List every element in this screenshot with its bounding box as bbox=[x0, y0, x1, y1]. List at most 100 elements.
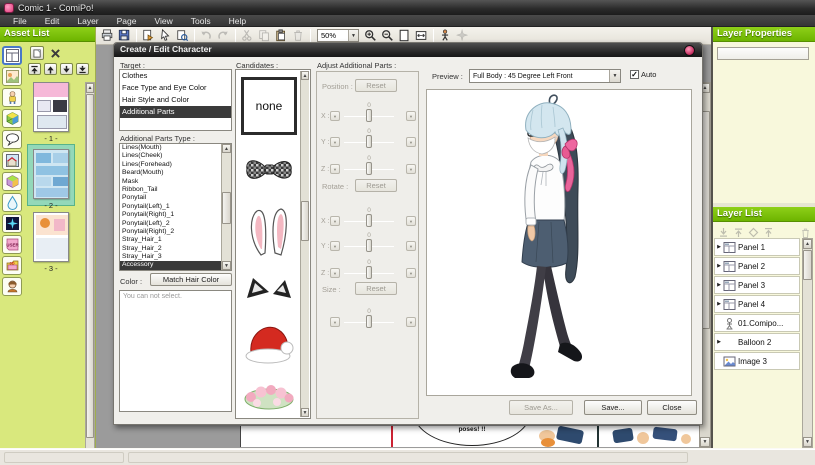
layer-name-field[interactable] bbox=[717, 47, 809, 60]
parts-type-item[interactable]: Stray_Hair_1 bbox=[120, 236, 222, 244]
scroll-down-icon[interactable]: ▼ bbox=[803, 437, 812, 447]
slider-increment-button[interactable]: ▼ bbox=[406, 216, 416, 226]
move-up-icon[interactable] bbox=[44, 63, 57, 75]
slider-increment-button[interactable]: ▼ bbox=[406, 268, 416, 278]
slider-thumb[interactable] bbox=[366, 214, 372, 227]
close-button[interactable]: Close bbox=[647, 400, 697, 415]
scene-icon[interactable] bbox=[2, 67, 22, 86]
parts-type-item[interactable]: Stray_Hair_3 bbox=[120, 253, 222, 261]
parts-type-listbox[interactable]: Lines(Mouth)Lines(Cheek)Lines(Forehead)B… bbox=[119, 143, 232, 271]
target-listbox[interactable]: ClothesFace Type and Eye ColorHair Style… bbox=[119, 69, 232, 131]
layer-down-icon[interactable] bbox=[718, 225, 729, 236]
candidate-bow[interactable] bbox=[241, 142, 297, 196]
fit-width-icon[interactable] bbox=[414, 28, 429, 43]
scrollbar-thumb[interactable] bbox=[803, 250, 812, 280]
layer-row-panel-3[interactable]: ▶Panel 3 bbox=[714, 276, 800, 294]
candidate-cat-ears[interactable] bbox=[241, 267, 297, 311]
slider-thumb[interactable] bbox=[366, 109, 372, 122]
layer-list-scrollbar[interactable]: ▲ ▼ bbox=[802, 238, 813, 448]
auto-checkbox[interactable]: ✓ bbox=[630, 70, 639, 79]
slider-decrement-button[interactable]: ▼ bbox=[330, 216, 340, 226]
user-2d-icon[interactable]: USER bbox=[2, 235, 22, 254]
background-icon[interactable] bbox=[2, 151, 22, 170]
layer-row-01-comipo[interactable]: 01.Comipo... bbox=[714, 314, 800, 332]
zoom-level-combo[interactable]: 50%▼ bbox=[317, 29, 359, 42]
select-tool-icon[interactable] bbox=[158, 28, 173, 43]
menu-edit[interactable]: Edit bbox=[36, 15, 69, 27]
print-preview-icon[interactable] bbox=[175, 28, 190, 43]
slider-decrement-button[interactable]: ▼ bbox=[330, 317, 340, 327]
slider-thumb[interactable] bbox=[366, 266, 372, 279]
parts-type-item[interactable]: Ponytail(Right)_2 bbox=[120, 228, 222, 236]
slider-decrement-button[interactable]: ▼ bbox=[330, 164, 340, 174]
parts-type-item[interactable]: Lines(Forehead) bbox=[120, 161, 222, 169]
menu-help[interactable]: Help bbox=[220, 15, 255, 27]
layer-row-balloon-2[interactable]: ▶Balloon 2 bbox=[714, 333, 800, 351]
candidate-flower-wreath[interactable] bbox=[241, 377, 297, 417]
parts-type-item[interactable]: Mask bbox=[120, 178, 222, 186]
layer-order-icon[interactable] bbox=[748, 225, 759, 236]
parts-type-item[interactable]: Accessory bbox=[120, 261, 222, 269]
move-bottom-icon[interactable] bbox=[76, 63, 89, 75]
user-character-icon[interactable] bbox=[2, 277, 22, 296]
print-icon[interactable] bbox=[100, 28, 115, 43]
page-thumbnail-1[interactable] bbox=[33, 82, 69, 132]
save-button[interactable]: Save... bbox=[584, 400, 642, 415]
menu-layer[interactable]: Layer bbox=[68, 15, 107, 27]
scroll-down-icon[interactable]: ▼ bbox=[301, 408, 309, 417]
scrollbar-thumb[interactable] bbox=[301, 201, 309, 241]
page-layout-icon[interactable] bbox=[2, 46, 22, 65]
target-item[interactable]: Face Type and Eye Color bbox=[120, 82, 231, 94]
layer-row-panel-2[interactable]: ▶Panel 2 bbox=[714, 257, 800, 275]
slider-thumb[interactable] bbox=[366, 239, 372, 252]
candidates-scrollbar[interactable]: ▲ ▼ bbox=[300, 71, 309, 417]
match-hair-color-button[interactable]: Match Hair Color bbox=[150, 273, 232, 286]
parts-type-item[interactable]: Lines(Cheek) bbox=[120, 152, 222, 160]
zoom-in-icon[interactable] bbox=[363, 28, 378, 43]
slider-increment-button[interactable]: ▼ bbox=[406, 137, 416, 147]
zoom-out-icon[interactable] bbox=[380, 28, 395, 43]
scroll-up-icon[interactable]: ▲ bbox=[803, 239, 812, 249]
size-reset-button[interactable]: Reset bbox=[355, 282, 397, 295]
dialog-title-bar[interactable]: Create / Edit Character bbox=[114, 43, 702, 57]
scroll-up-icon[interactable]: ▲ bbox=[86, 83, 94, 93]
expander-icon[interactable]: ▶ bbox=[715, 339, 723, 345]
item-3d-icon[interactable] bbox=[2, 172, 22, 191]
new-page-button[interactable] bbox=[30, 46, 44, 60]
parts-type-item[interactable]: Ponytail(Right)_1 bbox=[120, 211, 222, 219]
parts-type-item[interactable]: Stray_Hair_2 bbox=[120, 245, 222, 253]
trash-icon[interactable] bbox=[800, 225, 811, 236]
layer-row-image-3[interactable]: Image 3 bbox=[714, 352, 800, 370]
parts-type-item[interactable]: Ribbon_Tail bbox=[120, 186, 222, 194]
fit-page-icon[interactable] bbox=[397, 28, 412, 43]
asset-list-scrollbar[interactable]: ▲ ▼ bbox=[85, 82, 95, 459]
effect-burst-icon[interactable] bbox=[2, 214, 22, 233]
target-item[interactable]: Hair Style and Color bbox=[120, 94, 231, 106]
slider-increment-button[interactable]: ▼ bbox=[406, 164, 416, 174]
preview-view-dropdown[interactable]: Full Body : 45 Degree Left Front ▼ bbox=[469, 69, 621, 83]
slider-thumb[interactable] bbox=[366, 315, 372, 328]
user-3d-icon[interactable]: 3D bbox=[2, 256, 22, 275]
move-top-icon[interactable] bbox=[28, 63, 41, 75]
scroll-up-icon[interactable]: ▲ bbox=[301, 71, 309, 80]
candidate-rabbit-ears[interactable] bbox=[241, 202, 297, 260]
expander-icon[interactable]: ▶ bbox=[715, 301, 723, 307]
expander-icon[interactable]: ▶ bbox=[715, 282, 723, 288]
menu-view[interactable]: View bbox=[145, 15, 181, 27]
delete-page-button[interactable] bbox=[48, 46, 62, 60]
close-icon[interactable] bbox=[684, 45, 695, 56]
page-thumbnail-2[interactable] bbox=[33, 149, 69, 199]
slider-increment-button[interactable]: ▼ bbox=[406, 317, 416, 327]
slider-thumb[interactable] bbox=[366, 162, 372, 175]
slider-thumb[interactable] bbox=[366, 135, 372, 148]
layer-row-panel-4[interactable]: ▶Panel 4 bbox=[714, 295, 800, 313]
page-thumbnail-3[interactable] bbox=[33, 212, 69, 262]
slider-increment-button[interactable]: ▼ bbox=[406, 241, 416, 251]
target-item[interactable]: Clothes bbox=[120, 70, 231, 82]
slider-decrement-button[interactable]: ▼ bbox=[330, 241, 340, 251]
position-reset-button[interactable]: Reset bbox=[355, 79, 397, 92]
slider-decrement-button[interactable]: ▼ bbox=[330, 268, 340, 278]
candidate-none[interactable]: none bbox=[241, 77, 297, 135]
slider-increment-button[interactable]: ▼ bbox=[406, 111, 416, 121]
export-page-icon[interactable] bbox=[141, 28, 156, 43]
